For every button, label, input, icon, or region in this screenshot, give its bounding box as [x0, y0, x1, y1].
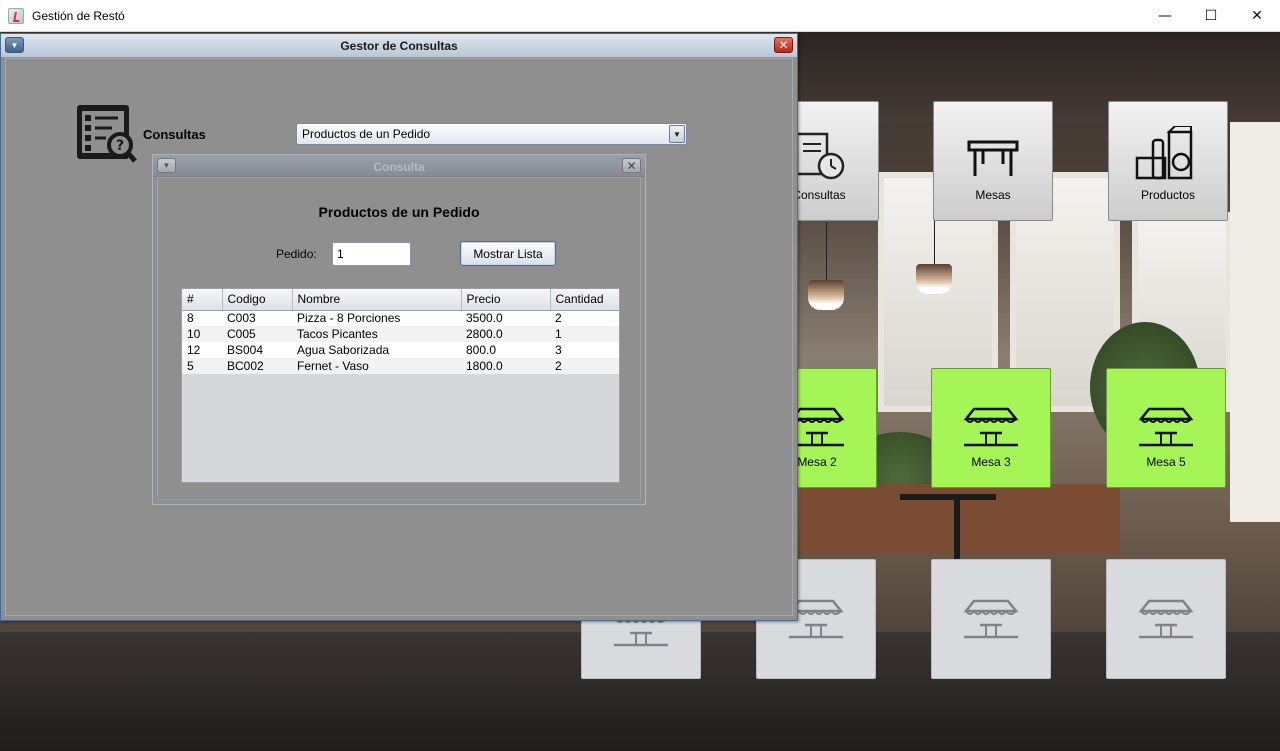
table-cell: 3500.0: [461, 310, 550, 326]
app-titlebar: Gestión de Restó — ☐ ✕: [0, 0, 1280, 32]
table-icon: [967, 140, 1019, 176]
maximize-button[interactable]: ☐: [1188, 0, 1234, 32]
table-cell: Tacos Picantes: [292, 326, 461, 342]
productos-tile[interactable]: Productos: [1108, 101, 1228, 221]
consulta-title: Consulta: [373, 160, 425, 174]
pedido-label: Pedido:: [276, 247, 317, 261]
mesas-tile[interactable]: Mesas: [933, 101, 1053, 221]
gestor-titlebar[interactable]: ▼ Gestor de Consultas ✕: [1, 34, 797, 58]
table-row[interactable]: 10 C005 Tacos Picantes 2800.0 1: [182, 326, 619, 342]
table-cell: 10: [182, 326, 222, 342]
chevron-down-icon[interactable]: ▼: [669, 125, 685, 143]
minimize-button[interactable]: —: [1142, 0, 1188, 32]
table-header-row: # Codigo Nombre Precio Cantidad: [182, 289, 619, 311]
awning-table-icon: [1138, 599, 1194, 639]
table-cell: C003: [222, 310, 292, 326]
mesa-tile[interactable]: Mesa 5: [1106, 368, 1226, 488]
column-header[interactable]: Cantidad: [550, 289, 619, 311]
table-cell: Agua Saborizada: [292, 342, 461, 358]
column-header[interactable]: Codigo: [222, 289, 293, 311]
consulta-body: Productos de un Pedido Pedido: Mostrar L…: [157, 177, 641, 500]
table-cell: Fernet - Vaso: [292, 358, 461, 374]
checklist-search-icon: ?: [77, 105, 137, 163]
table-cell: 5: [182, 358, 222, 374]
java-app-icon: [8, 7, 24, 24]
column-header[interactable]: Nombre: [292, 289, 462, 311]
table-cell: 1: [550, 326, 619, 342]
consulta-titlebar[interactable]: ▼ Consulta ✕: [153, 155, 645, 177]
close-consulta-button[interactable]: ✕: [622, 158, 641, 173]
table-cell: 12: [182, 342, 222, 358]
table-row[interactable]: 5 BC002 Fernet - Vaso 1800.0 2: [182, 358, 619, 374]
pedido-input[interactable]: [332, 242, 411, 266]
mesas-tile-label: Mesas: [975, 188, 1011, 202]
productos-tile-label: Productos: [1140, 188, 1196, 202]
close-window-button[interactable]: ✕: [1234, 0, 1280, 32]
table-row[interactable]: 8 C003 Pizza - 8 Porciones 3500.0 2: [182, 310, 619, 326]
consulta-heading: Productos de un Pedido: [318, 204, 480, 220]
table-cell: Pizza - 8 Porciones: [292, 310, 461, 326]
consultas-tile-label: Consultas: [792, 188, 846, 202]
awning-table-icon: [963, 599, 1019, 639]
mesa-tile-inactive[interactable]: [1106, 559, 1226, 679]
table-cell: 2: [550, 358, 619, 374]
table-cell: 1800.0: [461, 358, 550, 374]
table-cell: 2800.0: [461, 326, 550, 342]
mesa-tile-inactive[interactable]: [931, 559, 1051, 679]
app-title: Gestión de Restó: [32, 8, 125, 23]
table-cell: 800.0: [461, 342, 550, 358]
gestor-title: Gestor de Consultas: [340, 39, 458, 53]
column-header[interactable]: #: [182, 289, 223, 311]
table-cell: 3: [550, 342, 619, 358]
close-frame-button[interactable]: ✕: [774, 37, 793, 53]
table-cell: BS004: [222, 342, 292, 358]
consulta-type-select[interactable]: Productos de un Pedido ▼: [296, 123, 687, 145]
groceries-icon: [1135, 126, 1193, 180]
consulta-frame: ▼ Consulta ✕ Productos de un Pedido Pedi…: [152, 154, 646, 505]
svg-text:?: ?: [116, 138, 124, 154]
table-cell: C005: [222, 326, 292, 342]
table-cell: 2: [550, 310, 619, 326]
awning-table-icon: [1138, 407, 1194, 447]
table-row[interactable]: 12 BS004 Agua Saborizada 800.0 3: [182, 342, 619, 358]
consultas-label: Consultas: [143, 127, 206, 142]
awning-table-icon: [963, 407, 1019, 447]
mesa-tile-label: Mesa 5: [1146, 455, 1186, 469]
table-cell: 8: [182, 310, 222, 326]
document-clock-icon: [795, 132, 845, 180]
mesa-tile[interactable]: Mesa 3: [931, 368, 1051, 488]
mesa-tile-label: Mesa 3: [971, 455, 1011, 469]
mesa-tile-label: Mesa 2: [797, 455, 837, 469]
consulta-type-value: Productos de un Pedido: [302, 127, 431, 141]
productos-table[interactable]: # Codigo Nombre Precio Cantidad 8 C003 P…: [181, 288, 620, 483]
mostrar-lista-button[interactable]: Mostrar Lista: [460, 241, 556, 266]
table-cell: BC002: [222, 358, 292, 374]
column-header[interactable]: Precio: [461, 289, 551, 311]
